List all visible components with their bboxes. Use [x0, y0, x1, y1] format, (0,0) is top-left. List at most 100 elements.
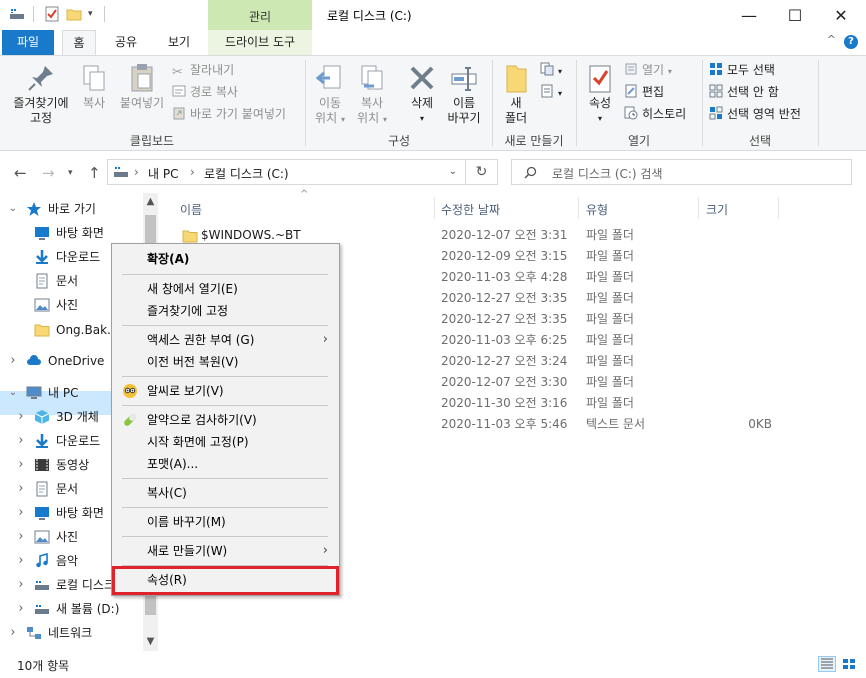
- open-button[interactable]: 열기 ▾: [624, 60, 672, 80]
- up-arrow-icon[interactable]: ↑: [88, 164, 101, 182]
- menu-item-restore-previous[interactable]: 이전 버전 복원(V): [113, 351, 338, 373]
- menu-separator: [122, 325, 328, 326]
- menu-item-rename[interactable]: 이름 바꾸기(M): [113, 511, 338, 533]
- chevron-right-icon[interactable]: ›: [16, 429, 26, 453]
- menu-item-copy[interactable]: 복사(C): [113, 482, 338, 504]
- column-divider[interactable]: [698, 197, 699, 219]
- chevron-down-icon[interactable]: ⌄: [8, 381, 18, 405]
- properties-check-icon[interactable]: [44, 6, 60, 22]
- file-date: 2020-12-27 오전 3:24: [441, 354, 568, 368]
- menu-item-give-access[interactable]: 액세스 권한 부여 (G) ›: [113, 329, 338, 351]
- tab-drive-tools[interactable]: 드라이브 도구: [208, 30, 312, 55]
- menu-item-alyac-scan[interactable]: 알약으로 검사하기(V): [113, 409, 338, 431]
- nav-item[interactable]: 바탕 화면: [0, 221, 145, 245]
- history-button[interactable]: 히스토리: [624, 104, 686, 124]
- column-divider[interactable]: [778, 197, 779, 219]
- menu-item-expand[interactable]: 확장(A): [113, 248, 338, 270]
- address-bar[interactable]: › 내 PC › 로컬 디스크 (C:) ⌄: [107, 159, 466, 185]
- breadcrumb-my-pc[interactable]: 내 PC: [148, 165, 178, 182]
- pictures-icon: [34, 530, 50, 544]
- delete-button[interactable]: 삭제 ▾: [400, 62, 444, 126]
- collapse-ribbon-icon[interactable]: ^: [827, 33, 836, 46]
- nav-item[interactable]: › 새 볼륨 (D:): [0, 597, 145, 621]
- search-box[interactable]: 로컬 디스크 (C:) 검색: [511, 159, 852, 185]
- close-button[interactable]: ✕: [818, 0, 864, 30]
- column-divider[interactable]: [578, 197, 579, 219]
- ribbon-divider: [702, 60, 703, 146]
- menu-item-open-new-window[interactable]: 새 창에서 열기(E): [113, 278, 338, 300]
- select-none-button[interactable]: 선택 안 함: [709, 82, 779, 102]
- details-view-icon[interactable]: [818, 656, 836, 672]
- chevron-right-icon[interactable]: ›: [16, 405, 26, 429]
- chevron-right-icon[interactable]: ›: [16, 477, 26, 501]
- minimize-button[interactable]: —: [726, 0, 772, 30]
- paste-button[interactable]: 붙여넣기: [114, 62, 170, 111]
- scroll-up-icon[interactable]: ▲: [143, 196, 158, 207]
- copy-button[interactable]: 복사: [76, 62, 112, 111]
- properties-button[interactable]: 속성 ▾: [582, 62, 618, 126]
- context-tab-manage[interactable]: 관리: [208, 0, 312, 30]
- customize-toolbar-icon[interactable]: ▾: [88, 9, 93, 19]
- help-icon[interactable]: ?: [844, 35, 858, 49]
- menu-label: 시작 화면에 고정(P): [147, 435, 249, 449]
- item-count: 10개 항목: [17, 659, 70, 673]
- select-all-button[interactable]: 모두 선택: [709, 60, 775, 80]
- menu-item-new[interactable]: 새로 만들기(W) ›: [113, 540, 338, 562]
- copy-to-button[interactable]: 복사 위치 ▾: [352, 62, 392, 127]
- column-header-size[interactable]: 크기: [706, 201, 728, 218]
- new-folder-icon[interactable]: [66, 6, 82, 22]
- nav-item[interactable]: ⌄ 바로 가기: [0, 197, 145, 221]
- menu-item-pin-start[interactable]: 시작 화면에 고정(P): [113, 431, 338, 453]
- refresh-icon[interactable]: ↻: [466, 159, 498, 185]
- chevron-right-icon[interactable]: ›: [16, 573, 26, 597]
- column-header-date[interactable]: 수정한 날짜: [441, 201, 500, 218]
- drive-icon[interactable]: [9, 6, 25, 22]
- rename-button[interactable]: 이름 바꾸기: [444, 62, 484, 126]
- large-icons-view-icon[interactable]: [840, 656, 858, 672]
- menu-separator: [122, 405, 328, 406]
- column-divider[interactable]: [434, 197, 435, 219]
- file-type: 파일 폴더: [586, 291, 634, 305]
- cut-button[interactable]: ✂ 잘라내기: [172, 60, 234, 80]
- scroll-down-icon[interactable]: ▼: [143, 636, 158, 647]
- drive-icon: [35, 581, 49, 590]
- forward-arrow-icon[interactable]: →: [42, 164, 55, 182]
- tab-file[interactable]: 파일: [2, 30, 54, 55]
- chevron-right-icon[interactable]: ›: [16, 501, 26, 525]
- column-header-name[interactable]: 이름: [180, 201, 202, 218]
- paste-shortcut-button[interactable]: 바로 가기 붙여넣기: [172, 104, 286, 124]
- pin-quick-access-button[interactable]: 즐겨찾기에 고정: [6, 62, 76, 126]
- back-arrow-icon[interactable]: ←: [14, 164, 27, 182]
- maximize-button[interactable]: ☐: [772, 0, 818, 30]
- address-dropdown-icon[interactable]: ⌄: [449, 166, 457, 177]
- chevron-right-icon[interactable]: ›: [8, 349, 18, 373]
- column-header-type[interactable]: 유형: [586, 201, 608, 218]
- new-folder-button[interactable]: 새 폴더: [498, 62, 534, 126]
- menu-item-pin-quick-access[interactable]: 즐겨찾기에 고정: [113, 300, 338, 322]
- edit-button[interactable]: 편집: [624, 82, 664, 102]
- easy-access-button[interactable]: ▾: [540, 82, 562, 102]
- chevron-right-icon[interactable]: ›: [16, 597, 26, 621]
- chevron-down-icon[interactable]: ⌄: [8, 197, 18, 221]
- properties-dropdown-icon[interactable]: ▾: [582, 111, 618, 126]
- chevron-right-icon[interactable]: ›: [16, 453, 26, 477]
- breadcrumb-local-disk[interactable]: 로컬 디스크 (C:): [204, 165, 289, 182]
- tab-home[interactable]: 홈: [62, 30, 96, 55]
- chevron-right-icon[interactable]: ›: [16, 549, 26, 573]
- recent-locations-icon[interactable]: ▾: [68, 168, 73, 178]
- cube-icon: [34, 410, 50, 424]
- nav-item[interactable]: › 네트워크: [0, 621, 145, 645]
- tab-view[interactable]: 보기: [156, 30, 202, 55]
- delete-dropdown-icon[interactable]: ▾: [400, 111, 444, 126]
- invert-selection-button[interactable]: 선택 영역 반전: [709, 104, 801, 124]
- tab-share[interactable]: 공유: [106, 30, 146, 55]
- chevron-right-icon[interactable]: ›: [16, 525, 26, 549]
- move-to-button[interactable]: 이동 위치 ▾: [310, 62, 350, 127]
- new-item-button[interactable]: ▾: [540, 60, 562, 80]
- copy-path-button[interactable]: 경로 복사: [172, 82, 238, 102]
- chevron-right-icon[interactable]: ›: [8, 621, 18, 645]
- menu-item-format[interactable]: 포맷(A)...: [113, 453, 338, 475]
- file-type: 파일 폴더: [586, 375, 634, 389]
- cloud-icon: [27, 355, 41, 365]
- menu-item-alsee-view[interactable]: 알씨로 보기(V): [113, 380, 338, 402]
